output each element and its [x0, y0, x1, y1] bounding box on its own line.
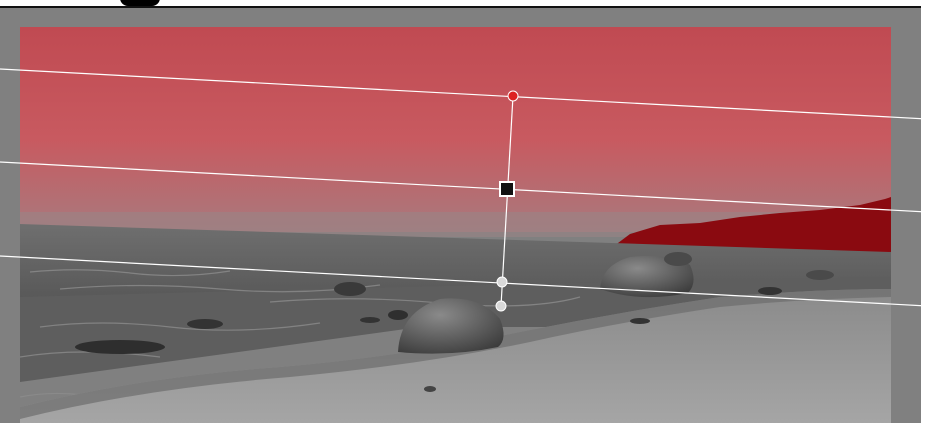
filter-bottom-line[interactable]: [0, 255, 927, 307]
rotation-handle[interactable]: [495, 300, 507, 312]
filter-spine: [500, 95, 514, 307]
graduated-filter-overlay[interactable]: [0, 0, 927, 426]
center-pin[interactable]: [499, 181, 515, 197]
filter-top-line[interactable]: [0, 68, 927, 120]
bottom-edge-handle[interactable]: [496, 276, 508, 288]
filter-center-line[interactable]: [0, 161, 927, 213]
top-edge-handle[interactable]: [507, 90, 519, 102]
right-panel-edge: [921, 0, 927, 426]
